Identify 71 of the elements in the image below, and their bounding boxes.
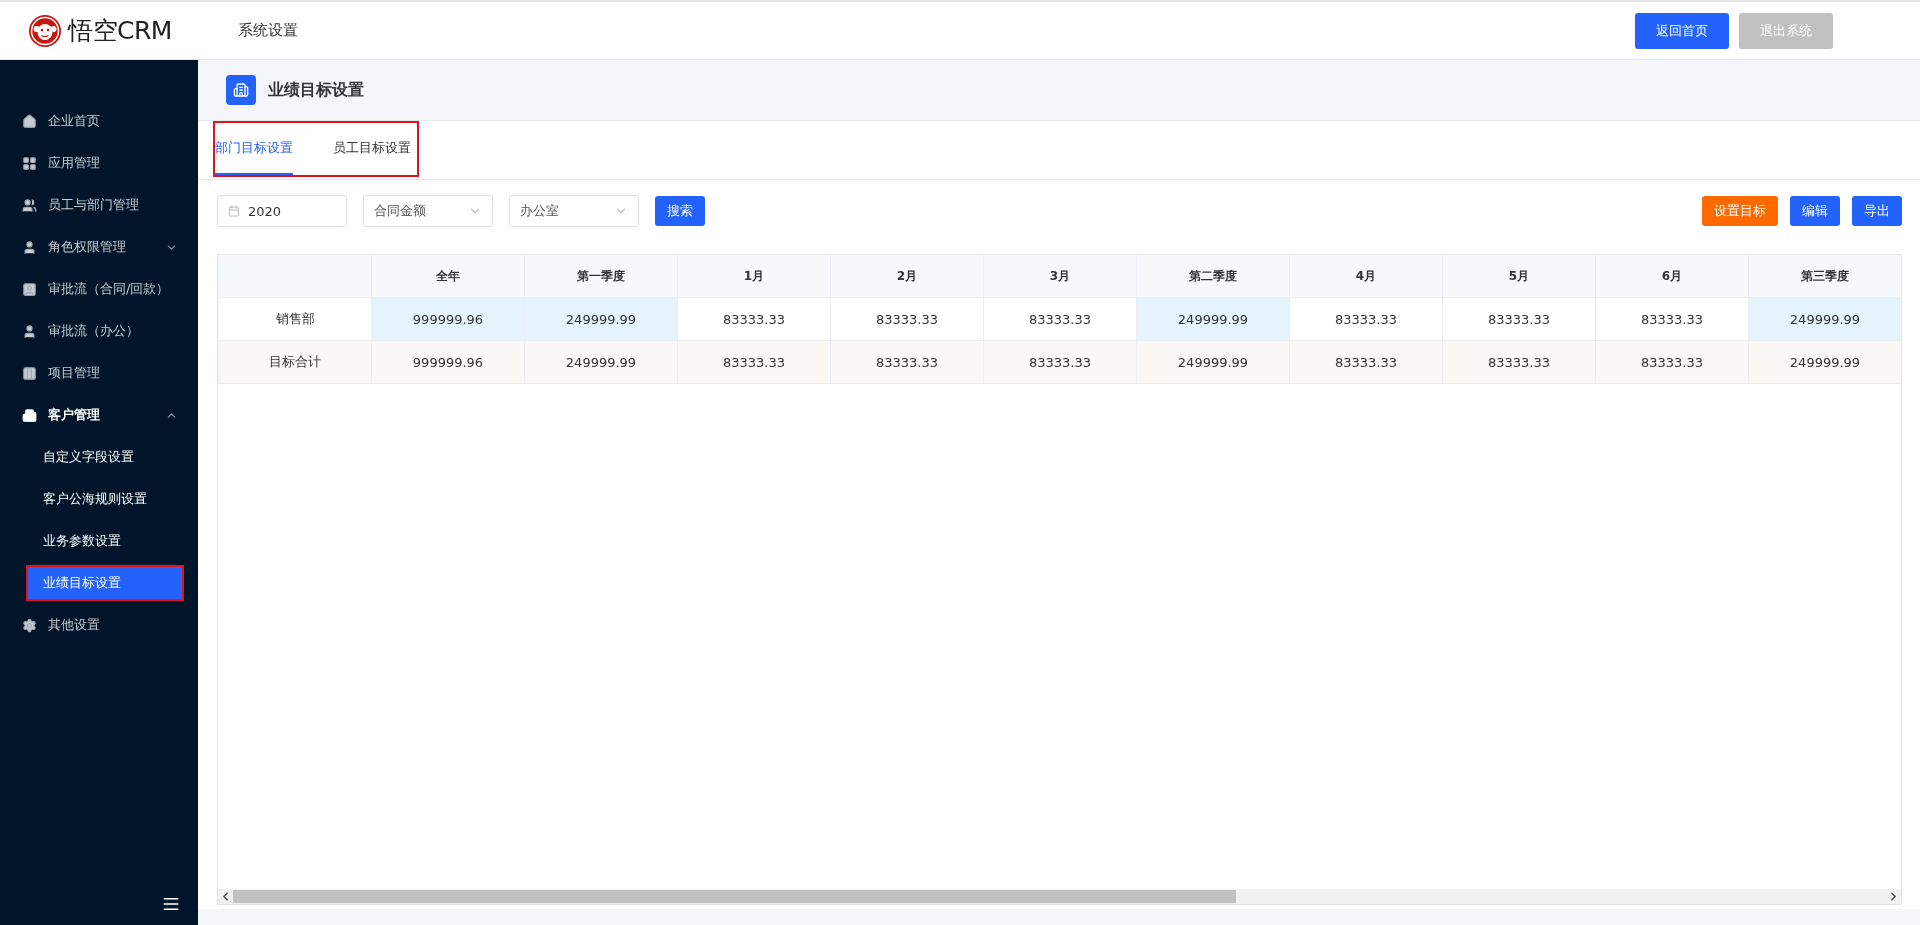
table-cell: 83333.33 xyxy=(830,297,984,341)
sidebar-label: 项目管理 xyxy=(48,364,101,382)
table-cell: 83333.33 xyxy=(983,340,1137,384)
header-cell: 5月 xyxy=(1442,255,1596,298)
header-cell: 6月 xyxy=(1595,255,1749,298)
action-button[interactable]: 导出 xyxy=(1852,196,1902,226)
horizontal-scrollbar[interactable] xyxy=(218,889,1901,904)
logo-text: 悟空CRM xyxy=(68,15,172,47)
sidebar-item[interactable]: 审批流（合同/回款） xyxy=(0,268,198,310)
table-cell: 249999.99 xyxy=(1748,297,1901,341)
header-cell: 第一季度 xyxy=(524,255,678,298)
search-button[interactable]: 搜索 xyxy=(655,196,705,226)
table-cell: 83333.33 xyxy=(1595,297,1749,341)
header-cell: 第三季度 xyxy=(1748,255,1901,298)
header-title: 系统设置 xyxy=(238,21,298,40)
select-field[interactable]: 办公室 xyxy=(509,195,639,227)
sidebar-label: 角色权限管理 xyxy=(48,238,127,256)
sidebar-label: 审批流（合同/回款） xyxy=(48,280,171,298)
table-cell: 249999.99 xyxy=(524,340,678,384)
table-cell: 249999.99 xyxy=(1136,340,1290,384)
building-icon xyxy=(226,75,256,105)
table-cell: 83333.33 xyxy=(1442,297,1596,341)
table-cell: 249999.99 xyxy=(524,297,678,341)
sidebar-item[interactable]: 员工与部门管理 xyxy=(0,184,198,226)
sidebar-subitem[interactable]: 客户公海规则设置 xyxy=(26,481,184,517)
table-cell: 83333.33 xyxy=(1595,340,1749,384)
tab[interactable]: 员工目标设置 xyxy=(333,123,411,175)
sidebar-item[interactable]: 应用管理 xyxy=(0,142,198,184)
year-picker-field[interactable]: 2020 xyxy=(217,195,347,227)
sidebar-label: 客户管理 xyxy=(48,406,101,424)
table-cell: 83333.33 xyxy=(983,297,1137,341)
sidebar-subitem[interactable]: 业绩目标设置 xyxy=(26,565,184,601)
table-cell: 249999.99 xyxy=(1136,297,1290,341)
table-cell: 999999.96 xyxy=(371,297,525,341)
sidebar-label: 其他设置 xyxy=(48,616,101,634)
table-cell: 83333.33 xyxy=(1289,297,1443,341)
table-cell: 83333.33 xyxy=(1289,340,1443,384)
table-cell: 83333.33 xyxy=(677,340,831,384)
header-cell: 全年 xyxy=(371,255,525,298)
sidebar-item[interactable]: 项目管理 xyxy=(0,352,198,394)
header-cell: 第二季度 xyxy=(1136,255,1290,298)
sidebar-item[interactable]: 其他设置 xyxy=(0,604,198,646)
select-field[interactable]: 合同金额 xyxy=(363,195,493,227)
row-label-cell: 目标合计 xyxy=(218,340,372,384)
table-cell: 249999.99 xyxy=(1748,340,1901,384)
sidebar-subitem[interactable]: 业务参数设置 xyxy=(26,523,184,559)
sidebar-item[interactable]: 角色权限管理 xyxy=(0,226,198,268)
sidebar-item[interactable]: 客户管理 xyxy=(0,394,198,436)
table-cell: 83333.33 xyxy=(677,297,831,341)
table-cell: 83333.33 xyxy=(1442,340,1596,384)
table-cell: 999999.96 xyxy=(371,340,525,384)
header-cell: 3月 xyxy=(983,255,1137,298)
action-button[interactable]: 编辑 xyxy=(1790,196,1840,226)
header-cell: 4月 xyxy=(1289,255,1443,298)
header-cell: 2月 xyxy=(830,255,984,298)
sidebar-label: 员工与部门管理 xyxy=(48,196,140,214)
sidebar-item[interactable]: 审批流（办公） xyxy=(0,310,198,352)
home-button[interactable]: 返回首页 xyxy=(1635,12,1729,49)
collapse-menu-icon[interactable] xyxy=(162,895,180,913)
calendar-icon xyxy=(228,205,240,217)
header-cell: 1月 xyxy=(677,255,831,298)
tab[interactable]: 部门目标设置 xyxy=(215,123,293,175)
sidebar-label: 企业首页 xyxy=(48,112,101,130)
sidebar-label: 审批流（办公） xyxy=(48,322,140,340)
sidebar-subitem[interactable]: 自定义字段设置 xyxy=(26,439,184,475)
sidebar-item[interactable]: 企业首页 xyxy=(0,100,198,142)
monkey-logo-icon xyxy=(28,13,62,48)
page-title: 业绩目标设置 xyxy=(268,79,364,101)
sidebar-label: 应用管理 xyxy=(48,154,101,172)
table-cell: 83333.33 xyxy=(830,340,984,384)
row-label-cell: 销售部 xyxy=(218,297,372,341)
